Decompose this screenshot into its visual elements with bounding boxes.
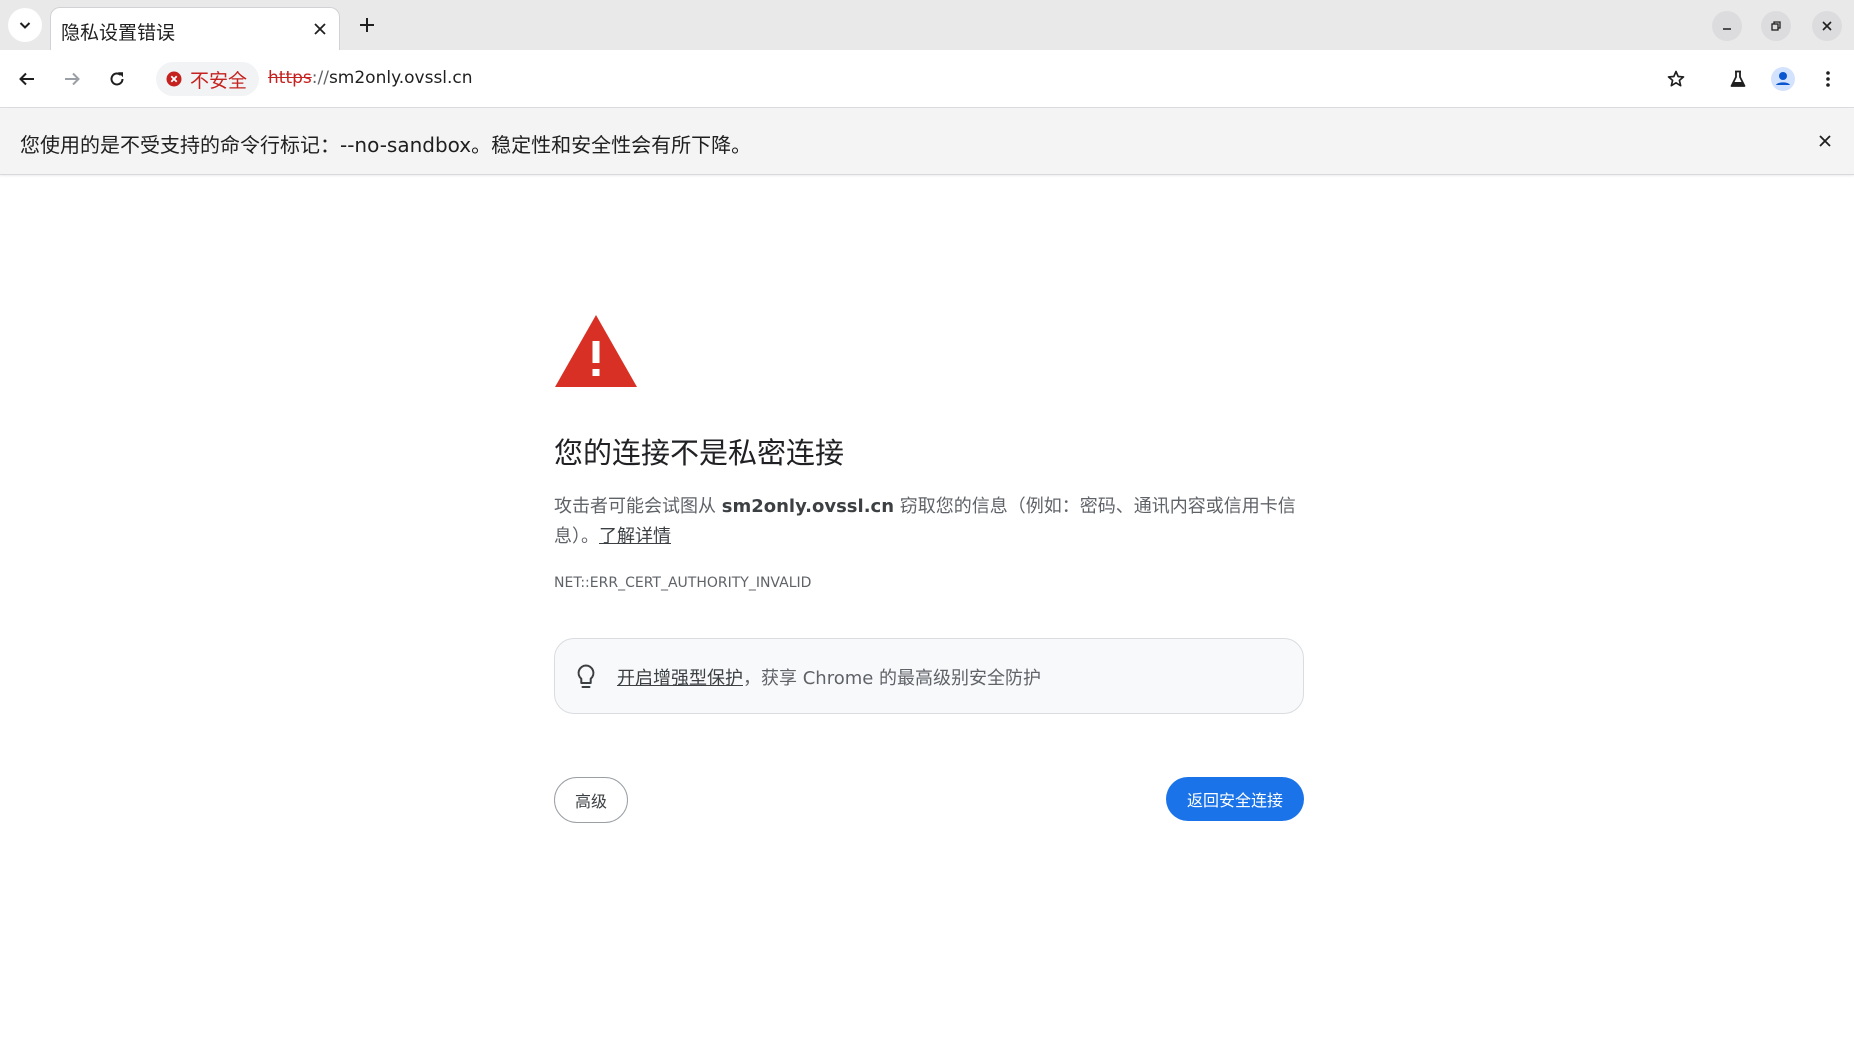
toolbar: 不安全 https://sm2only.ovssl.cn	[0, 50, 1854, 108]
close-icon	[1819, 135, 1831, 147]
star-icon	[1667, 70, 1685, 87]
restore-button[interactable]	[1761, 11, 1791, 41]
unsupported-flag-infobar: 您使用的是不受支持的命令行标记：--no-sandbox。稳定性和安全性会有所下…	[0, 108, 1854, 175]
tab-strip: 隐私设置错误	[0, 0, 1854, 50]
url-separator: ://	[311, 68, 329, 88]
minimize-icon	[1723, 28, 1731, 30]
url-scheme: https	[268, 68, 312, 88]
advanced-button[interactable]: 高级	[554, 777, 628, 823]
tab-close-button[interactable]	[309, 18, 331, 40]
security-label: 不安全	[190, 69, 248, 92]
minimize-button[interactable]	[1712, 11, 1742, 41]
close-icon	[314, 23, 326, 35]
error-circle-icon	[166, 71, 182, 87]
kebab-menu-icon	[1826, 71, 1830, 87]
explanation-host: sm2only.ovssl.cn	[721, 496, 895, 517]
warning-triangle-icon	[555, 315, 637, 387]
enhanced-protection-box: 开启增强型保护，获享 Chrome 的最高级别安全防护	[554, 638, 1304, 714]
enhanced-protection-text: 开启增强型保护，获享 Chrome 的最高级别安全防护	[617, 664, 1041, 690]
arrow-left-icon	[19, 72, 34, 86]
tab-privacy-error[interactable]: 隐私设置错误	[50, 7, 340, 50]
back-button[interactable]	[10, 62, 44, 96]
window-close-button[interactable]	[1812, 11, 1842, 41]
bookmark-button[interactable]	[1659, 62, 1693, 96]
omnibox[interactable]: 不安全 https://sm2only.ovssl.cn	[150, 58, 1704, 100]
explanation-before: 攻击者可能会试图从	[554, 496, 722, 517]
reload-icon	[110, 72, 124, 86]
learn-more-link[interactable]: 了解详情	[599, 526, 671, 547]
explanation-text: 攻击者可能会试图从 sm2only.ovssl.cn 窃取您的信息（例如：密码、…	[554, 492, 1304, 552]
tab-title: 隐私设置错误	[61, 22, 176, 44]
person-icon	[1771, 67, 1795, 91]
back-to-safety-button[interactable]: 返回安全连接	[1166, 777, 1304, 821]
arrow-right-icon	[65, 72, 80, 86]
chevron-down-icon	[19, 22, 31, 29]
infobar-message: 您使用的是不受支持的命令行标记：--no-sandbox。稳定性和安全性会有所下…	[20, 133, 752, 157]
restore-icon	[1771, 21, 1781, 31]
close-icon	[1822, 21, 1832, 31]
profile-button[interactable]	[1766, 62, 1800, 96]
security-chip[interactable]: 不安全	[156, 62, 260, 96]
url-host: sm2only.ovssl.cn	[328, 68, 473, 88]
lightbulb-icon	[577, 664, 595, 688]
new-tab-button[interactable]	[350, 8, 384, 42]
forward-button[interactable]	[55, 62, 89, 96]
enhanced-protection-link[interactable]: 开启增强型保护	[617, 668, 743, 689]
plus-icon	[360, 18, 374, 32]
enhanced-protection-rest: ，获享 Chrome 的最高级别安全防护	[743, 668, 1042, 689]
error-code: NET::ERR_CERT_AUTHORITY_INVALID	[554, 575, 812, 591]
flask-icon	[1730, 70, 1746, 87]
url-text[interactable]: https://sm2only.ovssl.cn	[268, 68, 473, 88]
page-title: 您的连接不是私密连接	[554, 436, 845, 470]
labs-button[interactable]	[1721, 62, 1755, 96]
reload-button[interactable]	[100, 62, 134, 96]
tab-search-button[interactable]	[8, 8, 42, 42]
menu-button[interactable]	[1811, 62, 1845, 96]
infobar-close-button[interactable]	[1812, 128, 1838, 154]
